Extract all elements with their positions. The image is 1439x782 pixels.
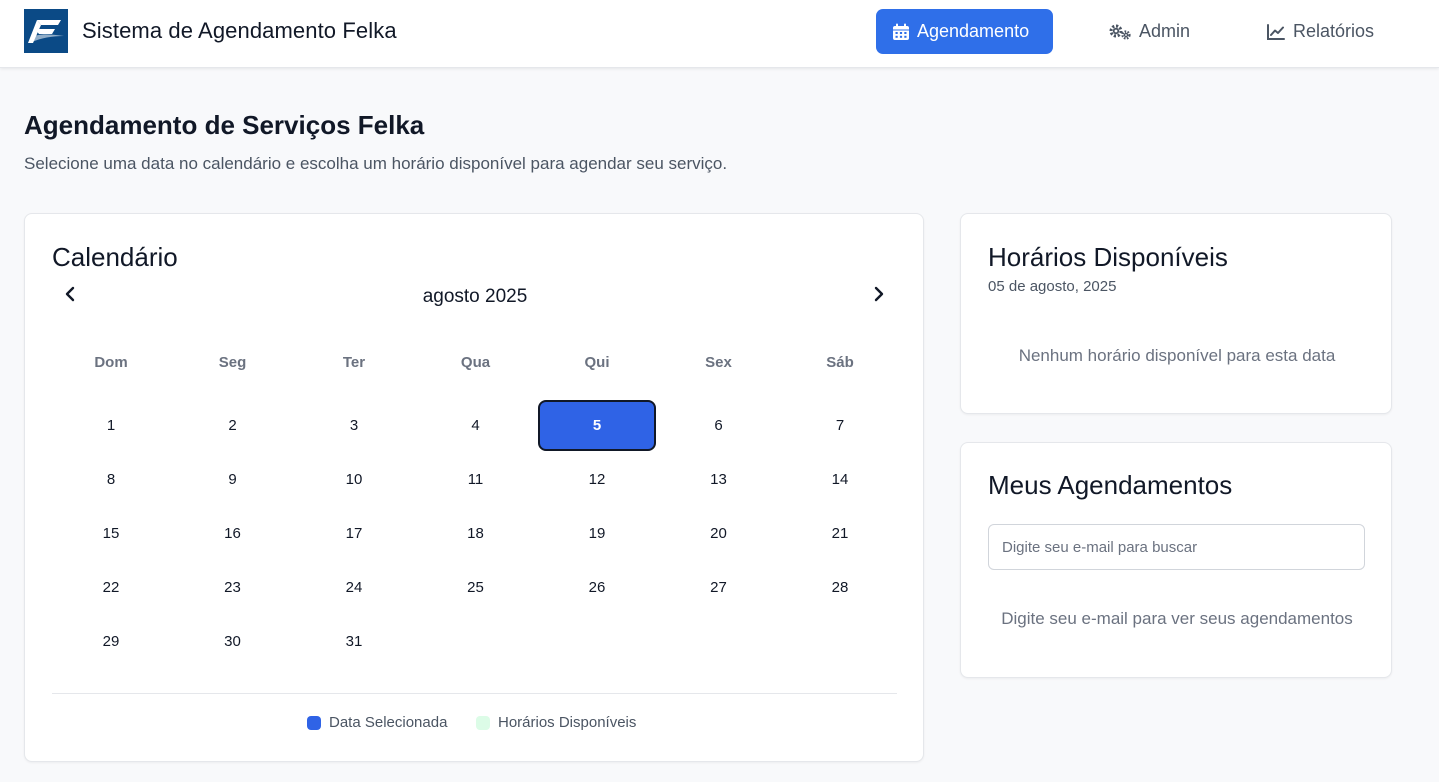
calendar-title: Calendário: [52, 242, 178, 272]
my-bookings-title: Meus Agendamentos: [988, 470, 1233, 500]
legend-item-selected: Data Selecionada: [307, 714, 447, 731]
legend-swatch-selected: [307, 715, 321, 730]
calendar-day[interactable]: 7: [781, 400, 899, 450]
my-bookings-empty-message: Digite seu e-mail para ver seus agendame…: [1001, 609, 1353, 628]
email-search-input[interactable]: [988, 524, 1365, 570]
weekday-label: Seg: [218, 354, 247, 371]
calendar-icon: [892, 23, 910, 41]
calendar-day[interactable]: 10: [295, 454, 413, 504]
calendar-day[interactable]: 26: [538, 562, 656, 612]
next-month-button[interactable]: [867, 284, 891, 308]
legend-label-available: Horários Disponíveis: [498, 714, 637, 731]
calendar-day[interactable]: 12: [538, 454, 656, 504]
available-slots-card: Horários Disponíveis 05 de agosto, 2025 …: [960, 213, 1392, 414]
calendar-day[interactable]: 27: [660, 562, 778, 612]
calendar-day[interactable]: 19: [538, 508, 656, 558]
line-chart-icon: [1266, 23, 1286, 41]
calendar-day[interactable]: 17: [295, 508, 413, 558]
weekday-label: Ter: [342, 354, 366, 371]
slots-title: Horários Disponíveis: [988, 242, 1228, 272]
nav-admin-label: Admin: [1139, 21, 1191, 41]
weekday-label: Sáb: [826, 354, 854, 371]
legend-label-selected: Data Selecionada: [329, 714, 448, 731]
nav-admin-button[interactable]: Admin: [1092, 9, 1212, 54]
slots-date: 05 de agosto, 2025: [988, 278, 1117, 295]
calendar-day-selected[interactable]: 5: [538, 400, 656, 451]
top-navbar: Sistema de Agendamento Felka Agendamento: [0, 0, 1439, 68]
calendar-day[interactable]: 20: [660, 508, 778, 558]
calendar-day[interactable]: 22: [52, 562, 170, 612]
page-title: Agendamento de Serviços Felka: [24, 110, 425, 140]
calendar-day[interactable]: 3: [295, 400, 413, 450]
calendar-day[interactable]: 2: [174, 400, 292, 450]
gears-icon: [1108, 23, 1132, 41]
calendar-divider: [52, 693, 897, 694]
nav-relatorios-label: Relatórios: [1293, 21, 1375, 41]
calendar-day[interactable]: 29: [52, 616, 170, 666]
calendar-day[interactable]: 1: [52, 400, 170, 450]
calendar-day[interactable]: 14: [781, 454, 899, 504]
calendar-day[interactable]: 23: [174, 562, 292, 612]
legend-swatch-available: [476, 715, 490, 730]
calendar-day[interactable]: 8: [52, 454, 170, 504]
calendar-day[interactable]: 11: [417, 454, 535, 504]
month-label: agosto 2025: [422, 286, 528, 307]
page-subtitle: Selecione uma data no calendário e escol…: [24, 154, 728, 173]
calendar-day[interactable]: 30: [174, 616, 292, 666]
felka-logo-icon[interactable]: [24, 9, 68, 53]
calendar-card: Calendário agosto 2025 Dom Seg Ter Qua Qui Se…: [24, 213, 924, 762]
calendar-day[interactable]: 21: [781, 508, 899, 558]
nav-agendamento-label: Agendamento: [917, 21, 1030, 41]
weekday-label: Dom: [94, 354, 128, 371]
my-bookings-card: Meus Agendamentos Digite seu e-mail para…: [960, 442, 1392, 678]
calendar-day[interactable]: 16: [174, 508, 292, 558]
calendar-day[interactable]: 4: [417, 400, 535, 450]
calendar-day[interactable]: 25: [417, 562, 535, 612]
calendar-day[interactable]: 31: [295, 616, 413, 666]
weekday-label: Qui: [584, 354, 610, 371]
nav-relatorios-button[interactable]: Relatórios: [1250, 9, 1390, 54]
calendar-day[interactable]: 15: [52, 508, 170, 558]
calendar-day[interactable]: 13: [660, 454, 778, 504]
nav-agendamento-button[interactable]: Agendamento: [876, 9, 1053, 54]
weekday-label: Sex: [705, 354, 732, 371]
calendar-day[interactable]: 18: [417, 508, 535, 558]
calendar-day[interactable]: 6: [660, 400, 778, 450]
legend-item-available: Horários Disponíveis: [476, 714, 636, 731]
chevron-right-icon: [872, 286, 886, 307]
slots-empty-message: Nenhum horário disponível para esta data: [1018, 346, 1336, 365]
calendar-day[interactable]: 24: [295, 562, 413, 612]
calendar-day[interactable]: 9: [174, 454, 292, 504]
app-title: Sistema de Agendamento Felka: [82, 18, 397, 43]
calendar-day[interactable]: 28: [781, 562, 899, 612]
weekday-label: Qua: [460, 354, 491, 371]
